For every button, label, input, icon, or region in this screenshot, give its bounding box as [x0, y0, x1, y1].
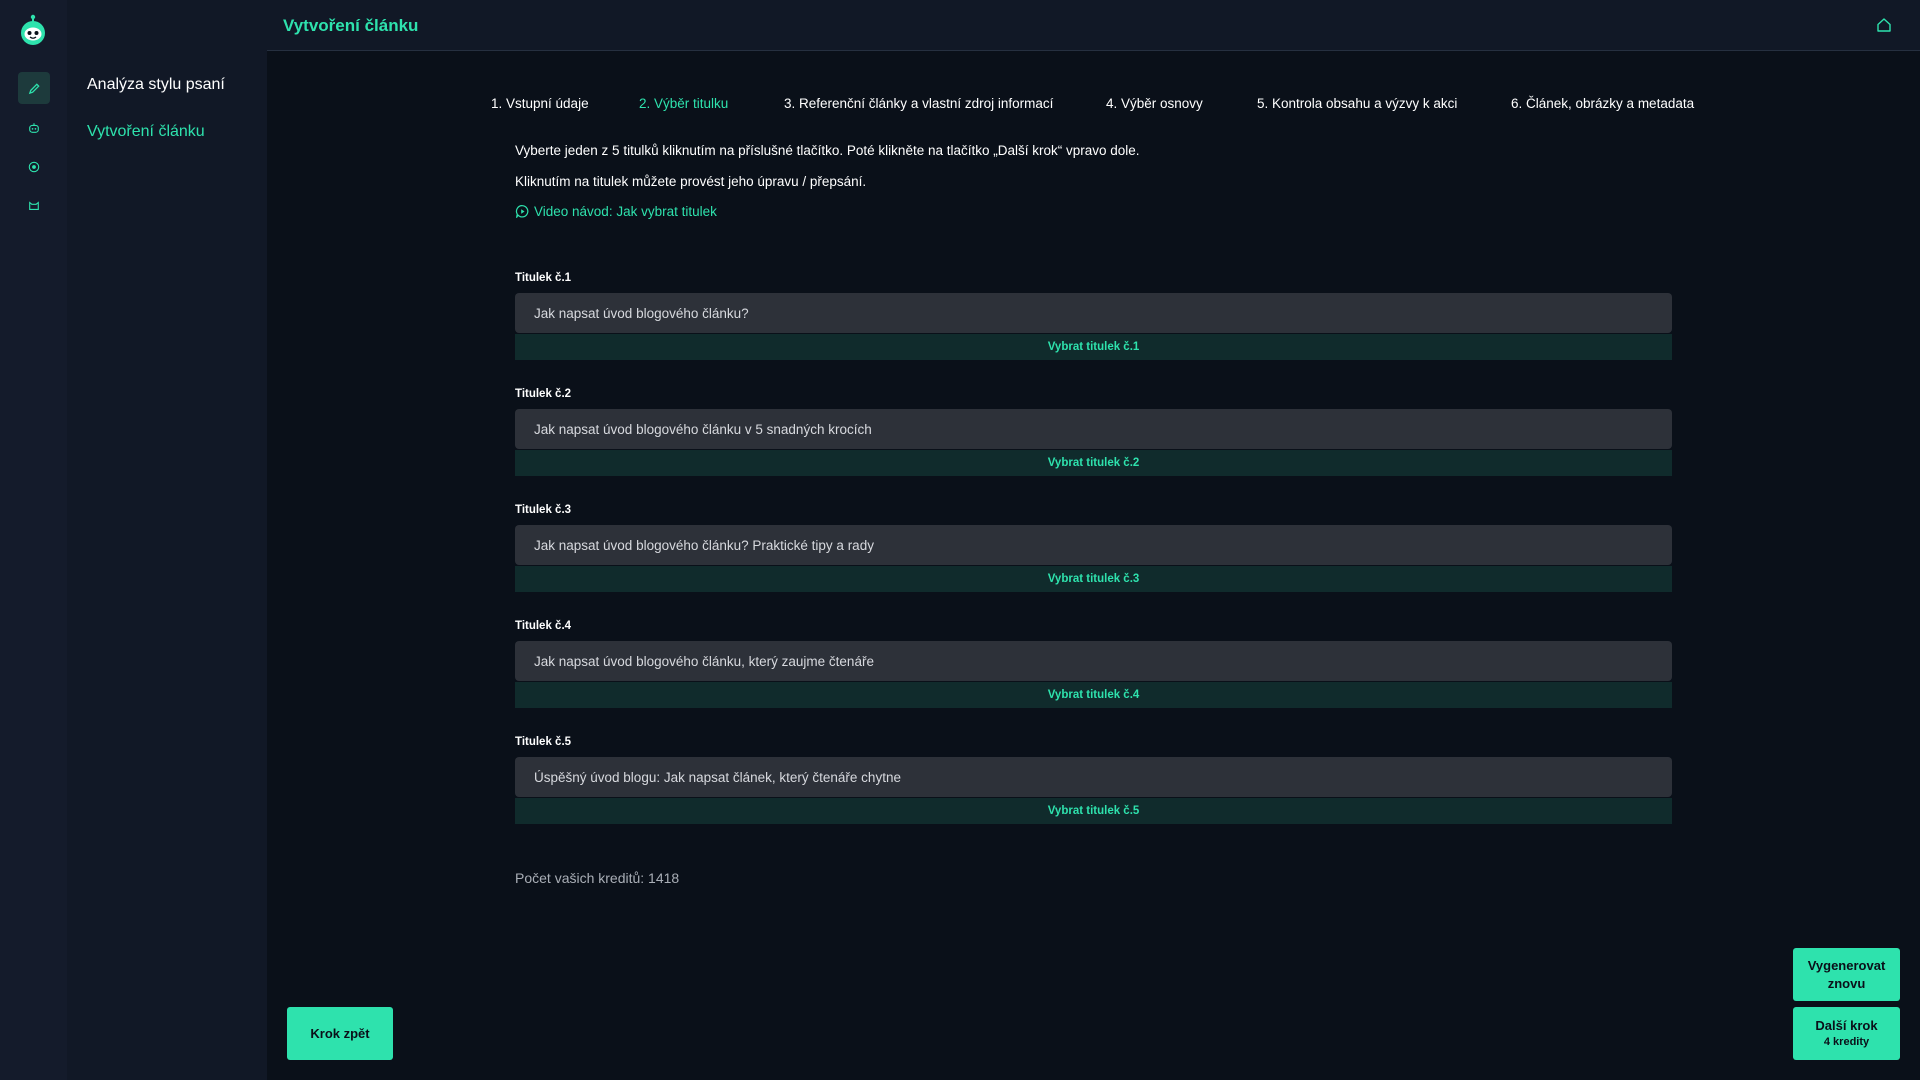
step-2-title-selection[interactable]: 2. Výběr titulku	[639, 96, 728, 111]
icon-rail	[0, 0, 67, 1080]
title-1-label: Titulek č.1	[515, 272, 572, 284]
select-title-5-button[interactable]: Vybrat titulek č.5	[515, 798, 1672, 824]
rail-cat-button[interactable]	[18, 190, 50, 222]
next-step-button[interactable]: Další krok 4 kredity	[1793, 1007, 1900, 1060]
select-title-1-button[interactable]: Vybrat titulek č.1	[515, 334, 1672, 360]
sub-navigation: Analýza stylu psaní Vytvoření článku	[67, 0, 267, 1080]
step-6-article[interactable]: 6. Článek, obrázky a metadata	[1511, 96, 1694, 111]
title-2-label: Titulek č.2	[515, 388, 572, 400]
page-header: Vytvoření článku	[267, 0, 1920, 51]
next-step-label: Další krok	[1815, 1018, 1878, 1034]
robot-icon	[29, 123, 39, 133]
home-icon[interactable]	[1876, 17, 1892, 33]
rail-pencil-button[interactable]	[18, 72, 50, 104]
video-bubble-icon	[515, 205, 529, 218]
subnav-item-create-article[interactable]: Vytvoření článku	[87, 123, 205, 141]
instruction-line-1: Vyberte jeden z 5 titulků kliknutím na p…	[515, 143, 1140, 158]
back-button-label: Krok zpět	[310, 1025, 370, 1041]
title-4-input[interactable]	[515, 641, 1672, 681]
select-title-2-button[interactable]: Vybrat titulek č.2	[515, 450, 1672, 476]
title-4-label: Titulek č.4	[515, 620, 572, 632]
next-step-cost: 4 kredity	[1823, 1035, 1870, 1048]
regenerate-button[interactable]: Vygenerovat znovu	[1793, 948, 1900, 1001]
select-title-4-button[interactable]: Vybrat titulek č.4	[515, 682, 1672, 708]
cat-icon	[29, 201, 39, 210]
regenerate-button-label: Vygenerovat znovu	[1807, 957, 1886, 991]
robot-logo-icon[interactable]	[17, 14, 49, 46]
title-3-input[interactable]	[515, 525, 1672, 565]
credits-count: Počet vašich kreditů: 1418	[515, 870, 680, 886]
video-link-text: Video návod: Jak vybrat titulek	[534, 204, 717, 219]
back-button[interactable]: Krok zpět	[287, 1007, 393, 1060]
title-2-input[interactable]	[515, 409, 1672, 449]
rail-target-button[interactable]	[18, 151, 50, 183]
title-3-label: Titulek č.3	[515, 504, 572, 516]
step-1-inputs[interactable]: 1. Vstupní údaje	[491, 96, 589, 111]
target-icon	[28, 161, 40, 173]
pencil-icon	[28, 82, 40, 94]
page-title: Vytvoření článku	[283, 16, 419, 35]
step-4-outline[interactable]: 4. Výběr osnovy	[1106, 96, 1203, 111]
step-3-references[interactable]: 3. Referenční články a vlastní zdroj inf…	[784, 96, 1053, 111]
select-title-3-button[interactable]: Vybrat titulek č.3	[515, 566, 1672, 592]
title-1-input[interactable]	[515, 293, 1672, 333]
subnav-item-writing-style[interactable]: Analýza stylu psaní	[87, 76, 225, 94]
rail-robot-button[interactable]	[18, 112, 50, 144]
instruction-line-2: Kliknutím na titulek můžete provést jeho…	[515, 174, 867, 189]
title-5-input[interactable]	[515, 757, 1672, 797]
video-tutorial-link[interactable]: Video návod: Jak vybrat titulek	[515, 204, 717, 219]
title-5-label: Titulek č.5	[515, 736, 572, 748]
step-5-content-check[interactable]: 5. Kontrola obsahu a výzvy k akci	[1257, 96, 1457, 111]
